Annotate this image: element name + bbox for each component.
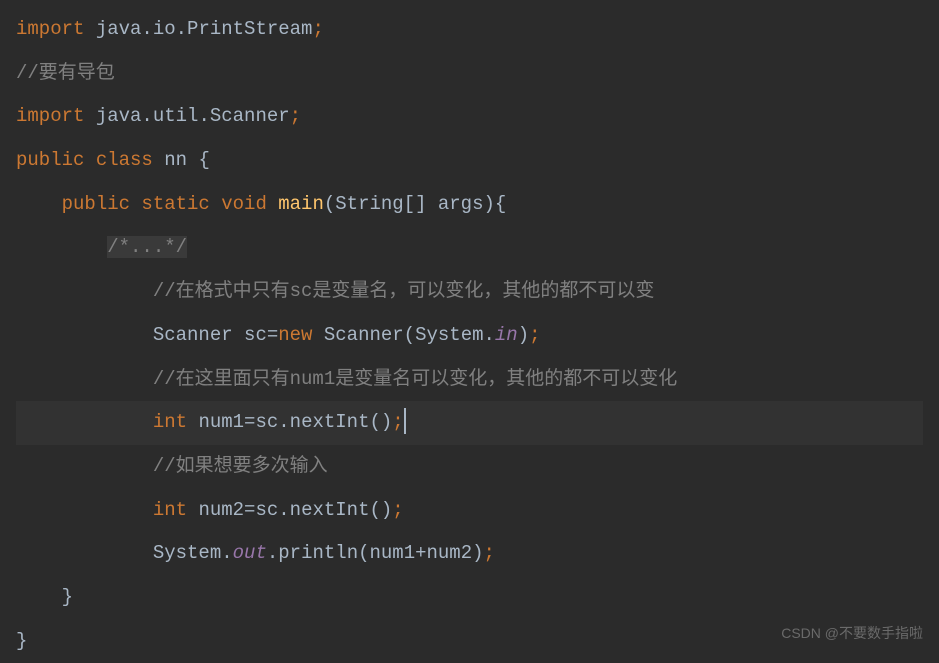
code-line: System.out.println(num1+num2); bbox=[16, 532, 923, 576]
indent bbox=[16, 542, 153, 564]
code-line: //要有导包 bbox=[16, 52, 923, 96]
indent bbox=[16, 236, 107, 258]
code-text: System. bbox=[153, 542, 233, 564]
code-editor[interactable]: import java.io.PrintStream; //要有导包 impor… bbox=[16, 8, 923, 663]
code-line: public class nn { bbox=[16, 139, 923, 183]
indent bbox=[16, 368, 153, 390]
code-text: Scanner sc= bbox=[153, 324, 278, 346]
comment-line: //要有导包 bbox=[16, 62, 115, 84]
code-line: int num2=sc.nextInt(); bbox=[16, 489, 923, 533]
brace-open: { bbox=[198, 149, 209, 171]
code-line: public static void main(String[] args){ bbox=[16, 183, 923, 227]
keyword-new: new bbox=[278, 324, 312, 346]
static-field-in: in bbox=[495, 324, 518, 346]
keyword-method: public static void bbox=[62, 193, 279, 215]
comment-line: //在这里面只有num1是变量名可以变化，其他的都不可以变化 bbox=[153, 368, 677, 390]
method-name: main bbox=[278, 193, 324, 215]
indent bbox=[16, 586, 62, 608]
code-line: //在格式中只有sc是变量名，可以变化，其他的都不可以变 bbox=[16, 270, 923, 314]
code-text: num2=sc.nextInt() bbox=[187, 499, 392, 521]
indent bbox=[16, 411, 153, 433]
method-params: (String[] args){ bbox=[324, 193, 506, 215]
keyword-int: int bbox=[153, 499, 187, 521]
semicolon: ; bbox=[392, 411, 403, 433]
semicolon: ; bbox=[484, 542, 495, 564]
semicolon: ; bbox=[312, 18, 323, 40]
indent bbox=[16, 324, 153, 346]
semicolon: ; bbox=[290, 105, 301, 127]
code-line: //如果想要多次输入 bbox=[16, 445, 923, 489]
code-line: /*...*/ bbox=[16, 226, 923, 270]
code-line: } bbox=[16, 576, 923, 620]
indent bbox=[16, 193, 62, 215]
code-line: //在这里面只有num1是变量名可以变化，其他的都不可以变化 bbox=[16, 358, 923, 402]
keyword-import: import bbox=[16, 105, 84, 127]
comment-block-folded[interactable]: /*...*/ bbox=[107, 236, 187, 258]
code-text: ) bbox=[518, 324, 529, 346]
semicolon: ; bbox=[529, 324, 540, 346]
brace-close: } bbox=[62, 586, 73, 608]
brace-close: } bbox=[16, 630, 27, 652]
comment-line: //如果想要多次输入 bbox=[153, 455, 328, 477]
code-text: num1=sc.nextInt() bbox=[187, 411, 392, 433]
code-line: import java.util.Scanner; bbox=[16, 95, 923, 139]
package-path: java.util.Scanner bbox=[84, 105, 289, 127]
keyword-import: import bbox=[16, 18, 84, 40]
code-text: Scanner(System. bbox=[312, 324, 494, 346]
code-line: import java.io.PrintStream; bbox=[16, 8, 923, 52]
watermark-text: CSDN @不要数手指啦 bbox=[781, 617, 923, 649]
semicolon: ; bbox=[392, 499, 403, 521]
code-line-current: int num1=sc.nextInt(); bbox=[16, 401, 923, 445]
code-line: Scanner sc=new Scanner(System.in); bbox=[16, 314, 923, 358]
comment-line: //在格式中只有sc是变量名，可以变化，其他的都不可以变 bbox=[153, 280, 655, 302]
indent bbox=[16, 280, 153, 302]
keyword-int: int bbox=[153, 411, 187, 433]
indent bbox=[16, 499, 153, 521]
package-path: java.io.PrintStream bbox=[84, 18, 312, 40]
code-text: .println(num1+num2) bbox=[267, 542, 484, 564]
class-name: nn bbox=[164, 149, 198, 171]
indent bbox=[16, 455, 153, 477]
static-field-out: out bbox=[233, 542, 267, 564]
keyword-class: public class bbox=[16, 149, 164, 171]
